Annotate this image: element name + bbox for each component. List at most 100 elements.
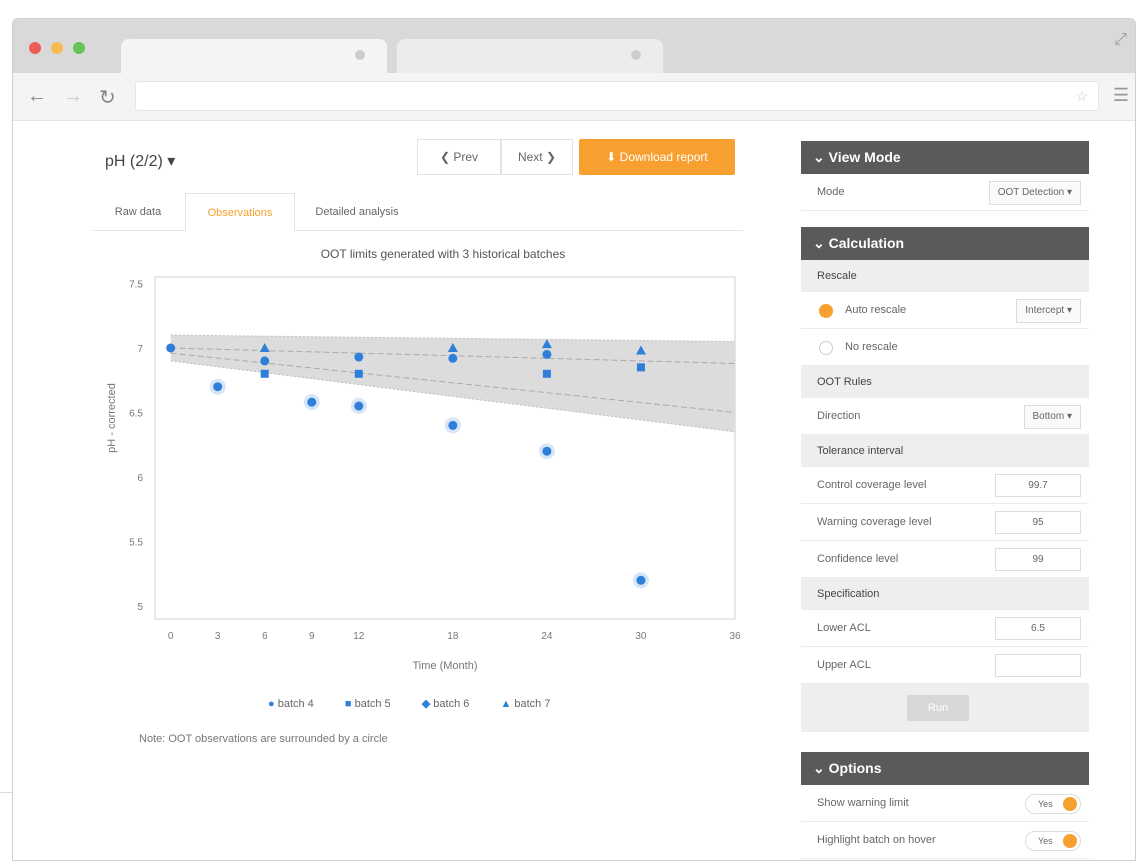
x-tick-label: 9 — [309, 631, 315, 642]
y-tick-label: 7.5 — [129, 279, 143, 290]
legend-item-batch-7[interactable]: ▲ batch 7 — [500, 698, 564, 710]
options-panel-header[interactable]: ⌄ Options — [801, 752, 1089, 785]
run-button-bar: Run — [801, 684, 1089, 732]
x-axis-label: Time (Month) — [413, 660, 478, 672]
run-button[interactable]: Run — [907, 695, 969, 721]
next-button[interactable]: Next ❯ — [501, 139, 573, 175]
data-point-circle — [448, 420, 458, 430]
plot-area — [154, 276, 736, 620]
legend-item-batch-5[interactable]: ■ batch 5 — [345, 698, 405, 710]
confidence-level-label: Confidence level — [817, 553, 899, 565]
settings-sidebar: ⌄ View Mode Mode OOT Detection ▾ ⌄ Calcu… — [801, 141, 1089, 859]
data-point-circle — [354, 401, 364, 411]
window-edge-divider — [0, 792, 12, 793]
highlight-hover-label: Highlight batch on hover — [817, 834, 936, 846]
fullscreen-icon[interactable]: ⤢ — [1114, 31, 1127, 49]
browser-toolbar: ← → ↻ ☆ ☰ — [13, 73, 1135, 121]
data-point-square — [542, 369, 551, 378]
x-tick-label: 36 — [729, 631, 741, 642]
browser-tab-active[interactable] — [121, 39, 387, 73]
panel-spacer — [801, 211, 1089, 227]
view-tabs: Raw data Observations Detailed analysis — [93, 193, 743, 231]
data-point-square — [260, 369, 269, 378]
lower-acl-input[interactable]: 6.5 — [995, 617, 1081, 640]
chevron-down-icon: ⌄ — [813, 149, 829, 165]
data-point-circle — [260, 356, 270, 366]
close-tab-icon[interactable] — [631, 50, 641, 60]
show-warning-label: Show warning limit — [817, 797, 909, 809]
close-tab-icon[interactable] — [355, 50, 365, 60]
legend-symbol-square: ■ — [344, 698, 352, 710]
highlight-hover-row: Highlight batch on hover Yes — [801, 822, 1089, 859]
toggle-knob — [1063, 797, 1077, 811]
maximize-window-button[interactable] — [73, 42, 85, 54]
bookmark-star-icon[interactable]: ☆ — [1075, 88, 1088, 105]
control-coverage-input[interactable]: 99.7 — [995, 474, 1081, 497]
download-report-button[interactable]: ⬇ Download report — [579, 139, 735, 175]
tab-observations[interactable]: Observations — [185, 193, 295, 231]
y-axis-label: pH - corrected — [106, 383, 118, 453]
page-title-dropdown[interactable]: pH (2/2) ▾ — [105, 151, 175, 171]
no-rescale-radio[interactable] — [819, 341, 833, 355]
x-tick-label: 12 — [353, 631, 365, 642]
legend-item-batch-6[interactable]: ◆ batch 6 — [422, 698, 484, 710]
panel-spacer — [801, 732, 1089, 752]
legend-label: batch 6 — [433, 698, 470, 710]
direction-row: Direction Bottom ▾ — [801, 398, 1089, 435]
highlight-hover-toggle[interactable]: Yes — [1025, 831, 1081, 851]
panel-title: View Mode — [828, 149, 901, 165]
browser-tab-inactive[interactable] — [397, 39, 663, 73]
data-point-circle — [542, 446, 552, 456]
tab-detailed-analysis[interactable]: Detailed analysis — [297, 193, 417, 231]
direction-label: Direction — [817, 410, 861, 422]
direction-select[interactable]: Bottom ▾ — [1023, 405, 1081, 429]
x-tick-label: 3 — [215, 631, 221, 642]
address-bar[interactable]: ☆ — [135, 81, 1099, 111]
confidence-level-input[interactable]: 99 — [995, 548, 1081, 571]
tab-raw-data[interactable]: Raw data — [93, 193, 183, 231]
chevron-down-icon: ⌄ — [813, 760, 829, 776]
legend-item-batch-4[interactable]: ● batch 4 — [268, 698, 328, 710]
chart-title: OOT limits generated with 3 historical b… — [320, 247, 566, 261]
data-point-circle — [636, 575, 646, 585]
data-point-circle — [307, 397, 317, 407]
toggle-label: Yes — [1038, 799, 1053, 809]
mode-row: Mode OOT Detection ▾ — [801, 174, 1089, 211]
reload-icon[interactable]: ↻ — [99, 85, 116, 110]
data-point-circle — [542, 349, 552, 359]
legend-symbol-circle: ● — [268, 698, 275, 710]
x-tick-label: 30 — [635, 631, 647, 642]
specification-subheader: Specification — [801, 578, 1089, 610]
x-tick-label: 0 — [168, 631, 174, 642]
back-arrow-icon[interactable]: ← — [27, 85, 47, 108]
show-warning-toggle[interactable]: Yes — [1025, 794, 1081, 814]
data-point-square — [354, 369, 363, 378]
lower-acl-label: Lower ACL — [817, 622, 871, 634]
mode-label: Mode — [817, 186, 845, 198]
legend-label: batch 5 — [354, 698, 391, 710]
upper-acl-input[interactable] — [995, 654, 1081, 677]
warning-coverage-input[interactable]: 95 — [995, 511, 1081, 534]
auto-rescale-radio[interactable] — [819, 304, 833, 318]
close-window-button[interactable] — [29, 42, 41, 54]
view-mode-panel-header[interactable]: ⌄ View Mode — [801, 141, 1089, 174]
chevron-down-icon: ⌄ — [813, 235, 829, 251]
forward-arrow-icon[interactable]: → — [63, 85, 83, 108]
x-tick-label: 24 — [541, 631, 553, 642]
mode-select[interactable]: OOT Detection ▾ — [988, 181, 1081, 205]
rescale-method-select[interactable]: Intercept ▾ — [1016, 299, 1081, 323]
data-point-square — [636, 363, 645, 372]
warning-coverage-label: Warning coverage level — [817, 516, 932, 528]
y-tick-label: 7 — [137, 344, 143, 355]
calculation-panel-header[interactable]: ⌄ Calculation — [801, 227, 1089, 260]
y-tick-label: 5.5 — [129, 538, 143, 549]
prev-button[interactable]: ❮ Prev — [417, 139, 501, 175]
control-coverage-label: Control coverage level — [817, 479, 927, 491]
confidence-level-row: Confidence level 99 — [801, 541, 1089, 578]
auto-rescale-row: Auto rescale Intercept ▾ — [801, 292, 1089, 329]
y-tick-label: 6.5 — [129, 409, 143, 420]
minimize-window-button[interactable] — [51, 42, 63, 54]
x-tick-label: 6 — [262, 631, 268, 642]
browser-menu-icon[interactable]: ☰ — [1113, 85, 1129, 106]
toggle-knob — [1063, 834, 1077, 848]
